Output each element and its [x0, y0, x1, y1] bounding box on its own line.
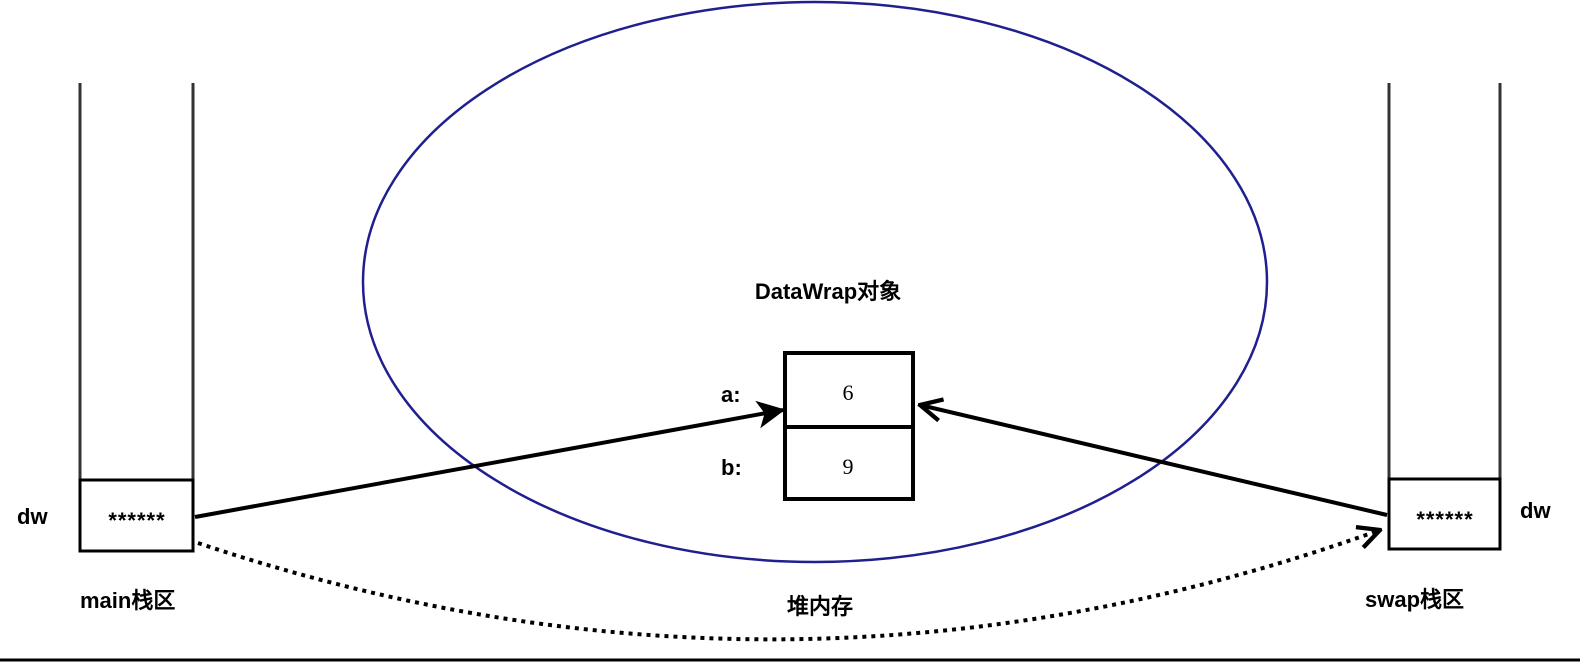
memory-diagram: ****** ****** 6 9 a: b: DataWrap对象 dw dw…	[0, 0, 1580, 662]
main-to-object-arrow	[194, 400, 786, 519]
field-a-value: 6	[843, 380, 854, 405]
swap-stack-var-value: ******	[1416, 507, 1473, 532]
main-stack-label: main栈区	[80, 588, 175, 613]
swap-to-object-arrow	[920, 405, 1388, 517]
field-b-value: 9	[843, 454, 854, 479]
swap-stack: ******	[1387, 83, 1502, 551]
heap-label: 堆内存	[787, 594, 853, 619]
main-dw-label: dw	[17, 504, 48, 529]
object-label: DataWrap对象	[755, 279, 901, 304]
field-b-label: b:	[721, 455, 742, 480]
swap-stack-label: swap栈区	[1365, 587, 1464, 612]
main-stack: ******	[78, 83, 195, 553]
swap-dw-label: dw	[1520, 498, 1551, 523]
main-stack-var-value: ******	[108, 508, 165, 533]
field-a-label: a:	[721, 382, 741, 407]
datawrap-object: 6 9 a: b: DataWrap对象	[721, 279, 915, 501]
main-to-swap-copy-arrow	[197, 530, 1380, 642]
